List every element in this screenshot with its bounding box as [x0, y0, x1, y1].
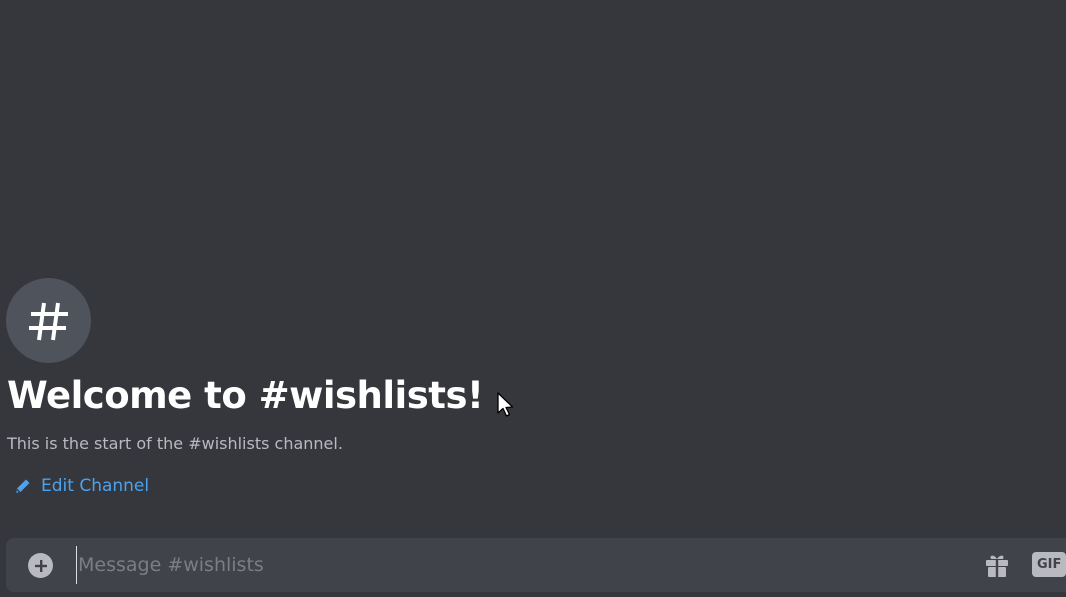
chat-area: Welcome to #wishlists! This is the start…	[0, 0, 1066, 597]
welcome-subtitle: This is the start of the #wishlists chan…	[7, 434, 343, 453]
pencil-icon	[16, 479, 30, 493]
welcome-title: Welcome to #wishlists!	[7, 374, 484, 417]
hash-icon	[28, 302, 68, 340]
gift-button[interactable]	[983, 551, 1011, 579]
gif-button[interactable]: GIF	[1032, 552, 1066, 577]
add-attachment-button[interactable]	[28, 553, 53, 578]
message-input[interactable]	[76, 546, 938, 584]
mouse-pointer-icon	[497, 392, 514, 417]
plus-circle-icon	[34, 559, 47, 572]
message-composer: GIF	[6, 538, 1066, 592]
edit-channel-label: Edit Channel	[41, 476, 150, 496]
channel-avatar	[6, 278, 91, 363]
gift-icon	[986, 555, 1008, 577]
edit-channel-button[interactable]: Edit Channel	[14, 476, 149, 496]
